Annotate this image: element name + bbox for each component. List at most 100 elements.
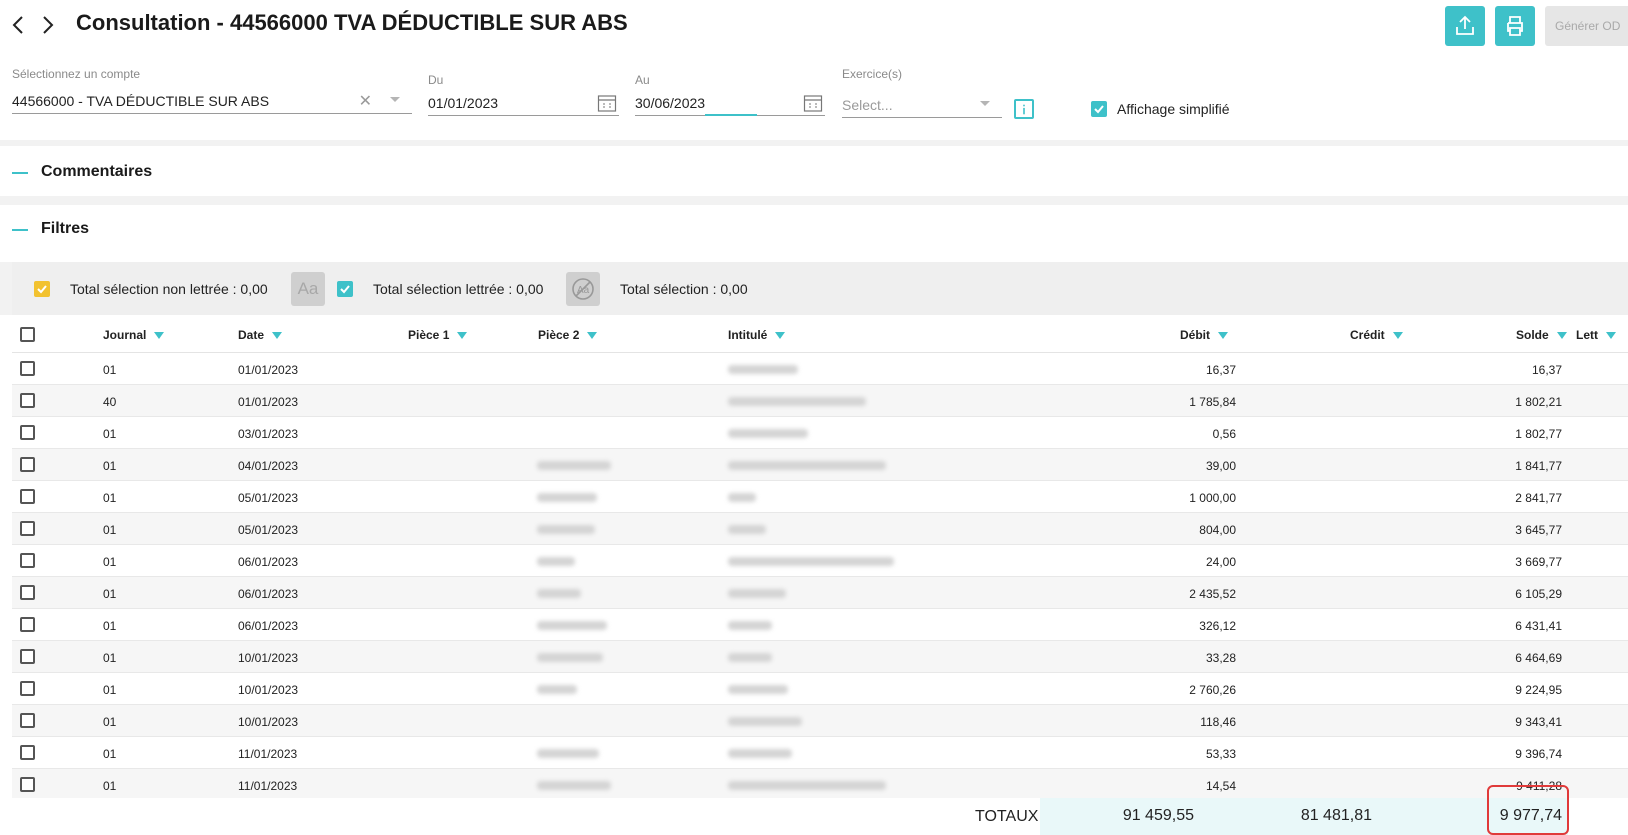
table-row[interactable]: 01 06/01/2023 24,00 3 669,77 (12, 545, 1628, 577)
no-case-button[interactable]: Aa (566, 272, 600, 306)
table-row[interactable]: 01 10/01/2023 2 760,26 9 224,95 (12, 673, 1628, 705)
non-lettered-checkbox[interactable] (34, 281, 50, 297)
cell-journal: 01 (103, 459, 117, 473)
filter-icon[interactable] (1556, 331, 1567, 339)
col-lett[interactable]: Lett (1576, 328, 1616, 342)
totals-row: TOTAUX 91 459,55 81 481,81 9 977,74 (0, 798, 1628, 835)
cell-journal: 01 (103, 555, 117, 569)
row-checkbox[interactable] (20, 425, 35, 440)
collapse-icon[interactable] (12, 172, 28, 174)
col-journal[interactable]: Journal (103, 328, 165, 342)
col-solde-label: Solde (1516, 328, 1549, 342)
row-checkbox[interactable] (20, 361, 35, 376)
cell-date: 06/01/2023 (238, 555, 299, 569)
clear-icon[interactable]: ✕ (359, 91, 372, 111)
col-piece2[interactable]: Pièce 2 (538, 328, 598, 342)
col-credit-label: Crédit (1350, 328, 1385, 342)
cell-solde: 1 802,77 (1515, 427, 1562, 441)
exercise-select[interactable]: Select... (842, 92, 1002, 118)
cell-date: 10/01/2023 (238, 651, 299, 665)
filter-icon[interactable] (272, 331, 283, 339)
table-row[interactable]: 01 04/01/2023 39,00 1 841,77 (12, 449, 1628, 481)
table-row[interactable]: 01 05/01/2023 804,00 3 645,77 (12, 513, 1628, 545)
export-button[interactable] (1445, 6, 1485, 46)
col-debit[interactable]: Débit (1180, 328, 1228, 342)
cell-journal: 01 (103, 651, 117, 665)
svg-text:Aa: Aa (577, 285, 590, 296)
row-checkbox[interactable] (20, 393, 35, 408)
col-intitule[interactable]: Intitulé (728, 328, 786, 342)
aa-button[interactable]: Aa (291, 272, 325, 306)
table-row[interactable]: 01 06/01/2023 326,12 6 431,41 (12, 609, 1628, 641)
row-checkbox[interactable] (20, 681, 35, 696)
redacted-piece2 (537, 493, 597, 502)
collapse-icon[interactable] (12, 229, 28, 231)
table-row[interactable]: 01 10/01/2023 118,46 9 343,41 (12, 705, 1628, 737)
filter-icon[interactable] (587, 331, 598, 339)
row-checkbox[interactable] (20, 521, 35, 536)
table-row[interactable]: 01 03/01/2023 0,56 1 802,77 (12, 417, 1628, 449)
row-checkbox[interactable] (20, 553, 35, 568)
cell-date: 11/01/2023 (238, 779, 298, 793)
calendar-icon[interactable] (597, 93, 617, 113)
cell-solde: 6 431,41 (1515, 619, 1562, 633)
cell-date: 10/01/2023 (238, 683, 299, 697)
row-checkbox[interactable] (20, 745, 35, 760)
col-date[interactable]: Date (238, 328, 283, 342)
to-date-input[interactable]: 30/06/2023 (635, 90, 825, 116)
from-label: Du (428, 73, 444, 87)
col-credit[interactable]: Crédit (1350, 328, 1403, 342)
filter-icon[interactable] (1218, 331, 1228, 339)
col-intitule-label: Intitulé (728, 328, 768, 342)
print-button[interactable] (1495, 6, 1535, 46)
filter-icon[interactable] (1392, 331, 1403, 339)
table-row[interactable]: 01 10/01/2023 33,28 6 464,69 (12, 641, 1628, 673)
col-solde[interactable]: Solde (1516, 328, 1567, 342)
table-row[interactable]: 01 01/01/2023 16,37 16,37 (12, 353, 1628, 385)
table-row[interactable]: 01 11/01/2023 53,33 9 396,74 (12, 737, 1628, 769)
filter-icon[interactable] (775, 331, 786, 339)
chevron-down-icon[interactable] (980, 101, 990, 106)
table-row[interactable]: 40 01/01/2023 1 785,84 1 802,21 (12, 385, 1628, 417)
row-checkbox[interactable] (20, 457, 35, 472)
select-all-checkbox[interactable] (20, 327, 35, 342)
redacted-piece2 (537, 749, 599, 758)
chevron-right-icon[interactable] (38, 12, 58, 38)
row-checkbox[interactable] (20, 649, 35, 664)
cell-debit: 24,00 (1205, 555, 1236, 569)
table-row[interactable]: 01 11/01/2023 14,54 9 411,28 (12, 769, 1628, 801)
account-select[interactable]: 44566000 - TVA DÉDUCTIBLE SUR ABS ✕ (12, 88, 412, 114)
col-piece1[interactable]: Pièce 1 (408, 328, 468, 342)
chevron-left-icon[interactable] (8, 12, 28, 38)
calendar-icon[interactable] (803, 93, 823, 113)
row-checkbox[interactable] (20, 777, 35, 792)
filter-icon[interactable] (154, 331, 165, 339)
table-row[interactable]: 01 06/01/2023 2 435,52 6 105,29 (12, 577, 1628, 609)
cell-debit: 326,12 (1199, 619, 1236, 633)
table-row[interactable]: 01 05/01/2023 1 000,00 2 841,77 (12, 481, 1628, 513)
row-checkbox[interactable] (20, 585, 35, 600)
cell-date: 06/01/2023 (238, 619, 299, 633)
filter-icon[interactable] (457, 331, 468, 339)
page-title: Consultation - 44566000 TVA DÉDUCTIBLE S… (76, 10, 628, 35)
redacted-intitule (728, 781, 886, 790)
row-checkbox[interactable] (20, 489, 35, 504)
lettered-checkbox[interactable] (337, 281, 353, 297)
chevron-down-icon[interactable] (390, 97, 400, 102)
comments-section[interactable]: Commentaires (0, 146, 1628, 196)
cell-date: 11/01/2023 (238, 747, 298, 761)
highlight-box (1487, 785, 1569, 835)
row-checkbox[interactable] (20, 617, 35, 632)
filter-icon[interactable] (1606, 331, 1616, 339)
generate-od-button[interactable]: Générer OD (1545, 6, 1628, 46)
filters-section[interactable]: Filtres (0, 205, 1628, 262)
row-checkbox[interactable] (20, 713, 35, 728)
cell-date: 01/01/2023 (238, 395, 299, 409)
simplified-view-checkbox[interactable] (1091, 101, 1107, 117)
non-lettered-total: Total sélection non lettrée : 0,00 (70, 281, 268, 297)
info-icon[interactable] (1014, 99, 1034, 119)
cell-solde: 2 841,77 (1515, 491, 1562, 505)
from-date-input[interactable]: 01/01/2023 (428, 90, 619, 116)
redacted-piece2 (537, 557, 575, 566)
check-icon (37, 285, 47, 294)
